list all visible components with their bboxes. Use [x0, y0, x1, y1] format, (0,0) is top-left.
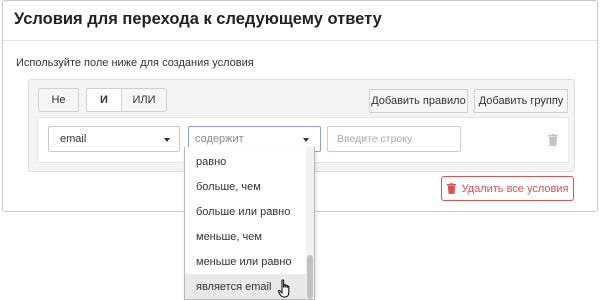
operator-select-placeholder: содержит — [195, 133, 244, 145]
hand-pointer-icon — [278, 279, 290, 298]
dropdown-option[interactable]: равно — [185, 149, 307, 174]
delete-all-label: Удалить все условия — [461, 182, 569, 195]
dropdown-scrollbar-thumb[interactable] — [307, 255, 313, 299]
trash-icon[interactable] — [548, 134, 558, 146]
logic-or-button[interactable]: ИЛИ — [121, 88, 167, 112]
delete-all-conditions-button[interactable]: Удалить все условия — [441, 176, 574, 201]
dropdown-option[interactable]: больше, чем — [185, 174, 307, 199]
value-input[interactable] — [327, 126, 461, 152]
field-select[interactable]: email — [48, 126, 180, 152]
operator-dropdown-list[interactable]: равно больше, чем больше или равно меньш… — [184, 147, 315, 300]
dialog-header: Условия для перехода к следующему ответу — [3, 1, 597, 41]
trash-icon — [446, 183, 456, 194]
add-rule-button[interactable]: Добавить правило — [369, 89, 468, 113]
dropdown-option[interactable]: больше или равно — [185, 199, 307, 224]
logic-not-button[interactable]: Не — [38, 88, 79, 112]
caret-down-icon — [164, 138, 170, 142]
logic-and-button[interactable]: И — [86, 88, 122, 112]
dropdown-option[interactable]: меньше или равно — [185, 249, 307, 274]
dropdown-scrollbar[interactable] — [306, 147, 314, 299]
field-select-value: email — [60, 133, 87, 145]
dropdown-option[interactable]: меньше, чем — [185, 224, 307, 249]
dialog-title: Условия для перехода к следующему ответу — [14, 10, 382, 28]
hint-text: Используйте поле ниже для создания услов… — [16, 57, 254, 69]
caret-down-icon — [303, 138, 309, 142]
add-group-button[interactable]: Добавить группу — [474, 89, 568, 113]
